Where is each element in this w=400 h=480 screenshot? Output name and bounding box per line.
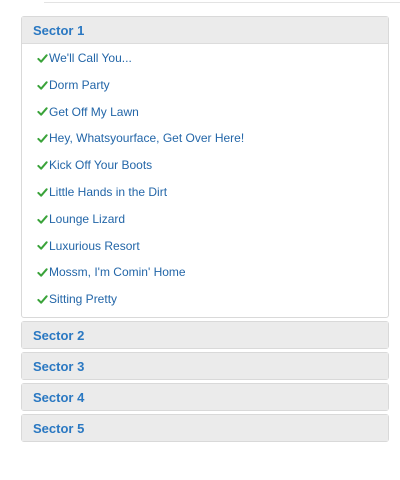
list-item-label: Little Hands in the Dirt bbox=[49, 184, 168, 199]
list-item-label: Mossm, I'm Comin' Home bbox=[49, 265, 186, 280]
list-item-label: Hey, Whatsyourface, Get Over Here! bbox=[49, 131, 245, 146]
list-item[interactable]: Dorm Party bbox=[22, 72, 388, 99]
top-divider bbox=[44, 0, 400, 3]
checkmark-icon bbox=[37, 241, 48, 251]
list-item[interactable]: We'll Call You... bbox=[22, 45, 388, 72]
list-item[interactable]: Get Off My Lawn bbox=[22, 99, 388, 126]
checkmark-icon bbox=[37, 134, 48, 143]
list-item-label: We'll Call You... bbox=[49, 51, 132, 65]
list-item[interactable]: Mossm, I'm Comin' Home bbox=[22, 259, 388, 286]
sector-panel-5: Sector 5 bbox=[21, 413, 389, 442]
list-item[interactable]: Kick Off Your Boots bbox=[22, 152, 388, 179]
list-item-label: Kick Off Your Boots bbox=[49, 158, 153, 173]
sector-panel-3: Sector 3 bbox=[21, 351, 389, 380]
sector-header-1[interactable]: Sector 1 bbox=[22, 17, 388, 44]
checkmark-icon bbox=[37, 80, 48, 90]
checkmark-icon bbox=[37, 107, 48, 117]
list-item[interactable]: Little Hands in the Dirt bbox=[22, 179, 388, 206]
checkmark-icon bbox=[37, 188, 48, 197]
sector-header-2[interactable]: Sector 2 bbox=[22, 321, 388, 348]
list-item-label: Dorm Party bbox=[49, 77, 110, 92]
list-item-label: Lounge Lizard bbox=[49, 211, 126, 226]
list-item[interactable]: Sitting Pretty bbox=[22, 286, 388, 313]
sector-panel-1: Sector 1 We'll Call You... Dorm Party Ge… bbox=[21, 16, 389, 318]
list-item[interactable]: Luxurious Resort bbox=[22, 233, 388, 260]
list-item[interactable]: Lounge Lizard bbox=[22, 206, 388, 233]
list-item-label: Luxurious Resort bbox=[49, 238, 140, 253]
checkmark-icon bbox=[37, 268, 48, 277]
list-item-label: Get Off My Lawn bbox=[49, 104, 139, 119]
sector-header-5[interactable]: Sector 5 bbox=[22, 414, 388, 441]
checkmark-icon bbox=[37, 54, 48, 63]
sector-accordion: Sector 1 We'll Call You... Dorm Party Ge… bbox=[21, 16, 389, 445]
sector-header-4[interactable]: Sector 4 bbox=[22, 383, 388, 410]
sector-panel-4: Sector 4 bbox=[21, 382, 389, 411]
list-item[interactable]: Hey, Whatsyourface, Get Over Here! bbox=[22, 125, 388, 152]
sector-header-3[interactable]: Sector 3 bbox=[22, 352, 388, 379]
checkmark-icon bbox=[37, 161, 48, 170]
checkmark-icon bbox=[37, 214, 48, 224]
list-item-label: Sitting Pretty bbox=[49, 292, 118, 307]
checkmark-icon bbox=[37, 295, 48, 304]
sector-panel-2: Sector 2 bbox=[21, 320, 389, 349]
sector-1-list: We'll Call You... Dorm Party Get Off My … bbox=[22, 44, 388, 317]
